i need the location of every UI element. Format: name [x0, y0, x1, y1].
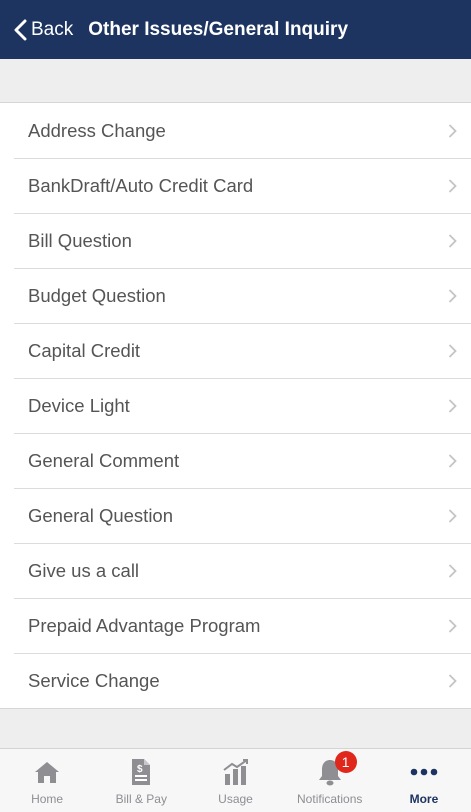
- tab-bar: Home $ Bill & Pay Usage 1 Notifications …: [0, 748, 471, 812]
- section-spacer: [0, 59, 471, 102]
- chevron-right-icon: [448, 673, 457, 688]
- tab-label: Notifications: [297, 792, 363, 806]
- notification-badge: 1: [334, 751, 357, 773]
- list-item-bankdraft[interactable]: BankDraft/Auto Credit Card: [0, 158, 471, 213]
- navigation-bar: Back Other Issues/General Inquiry: [0, 0, 471, 59]
- list-item-label: Budget Question: [28, 284, 166, 306]
- chevron-right-icon: [448, 618, 457, 633]
- tab-home[interactable]: Home: [0, 749, 94, 812]
- bill-icon: $: [131, 754, 151, 790]
- tab-more[interactable]: More: [377, 749, 471, 812]
- chevron-right-icon: [448, 123, 457, 138]
- list-item-label: Capital Credit: [28, 339, 141, 361]
- list-item-label: Prepaid Advantage Program: [28, 614, 261, 636]
- list-item-give-us-a-call[interactable]: Give us a call: [0, 543, 471, 598]
- list-item-prepaid-advantage[interactable]: Prepaid Advantage Program: [0, 598, 471, 653]
- list-item-general-question[interactable]: General Question: [0, 488, 471, 543]
- list-item-label: Bill Question: [28, 229, 132, 251]
- chevron-right-icon: [448, 178, 457, 193]
- list-item-service-change[interactable]: Service Change: [0, 653, 471, 708]
- svg-text:$: $: [137, 764, 143, 775]
- list-item-label: General Comment: [28, 449, 180, 471]
- chevron-right-icon: [448, 288, 457, 303]
- tab-bill-pay[interactable]: $ Bill & Pay: [94, 749, 188, 812]
- back-button[interactable]: Back: [14, 19, 73, 41]
- list-item-label: Give us a call: [28, 559, 140, 581]
- tab-usage[interactable]: Usage: [188, 749, 282, 812]
- list-item-budget-question[interactable]: Budget Question: [0, 268, 471, 323]
- list-item-label: Service Change: [28, 669, 160, 691]
- list-item-label: Address Change: [28, 119, 166, 141]
- tab-label: Home: [31, 792, 64, 806]
- back-label: Back: [31, 18, 74, 40]
- list-item-device-light[interactable]: Device Light: [0, 378, 471, 433]
- tab-label: More: [409, 792, 439, 806]
- chevron-right-icon: [448, 563, 457, 578]
- chevron-right-icon: [448, 453, 457, 468]
- bell-icon: 1: [317, 751, 357, 790]
- chevron-right-icon: [448, 508, 457, 523]
- list-item-general-comment[interactable]: General Comment: [0, 433, 471, 488]
- chevron-right-icon: [448, 343, 457, 358]
- tab-label: Usage: [218, 792, 253, 806]
- more-dots-icon: [410, 754, 438, 790]
- home-icon: [34, 754, 60, 790]
- chevron-left-icon: [14, 19, 27, 41]
- list-item-label: Device Light: [28, 394, 130, 416]
- list-item-address-change[interactable]: Address Change: [0, 103, 471, 158]
- list-item-bill-question[interactable]: Bill Question: [0, 213, 471, 268]
- list-item-label: BankDraft/Auto Credit Card: [28, 174, 254, 196]
- list-item-label: General Question: [28, 504, 174, 526]
- tab-notifications[interactable]: 1 Notifications: [283, 749, 377, 812]
- usage-chart-icon: [222, 754, 250, 790]
- chevron-right-icon: [448, 398, 457, 413]
- tab-label: Bill & Pay: [115, 792, 167, 806]
- chevron-right-icon: [448, 233, 457, 248]
- inquiry-list: Address Change BankDraft/Auto Credit Car…: [0, 102, 471, 709]
- page-title: Other Issues/General Inquiry: [88, 18, 349, 40]
- list-item-capital-credit[interactable]: Capital Credit: [0, 323, 471, 378]
